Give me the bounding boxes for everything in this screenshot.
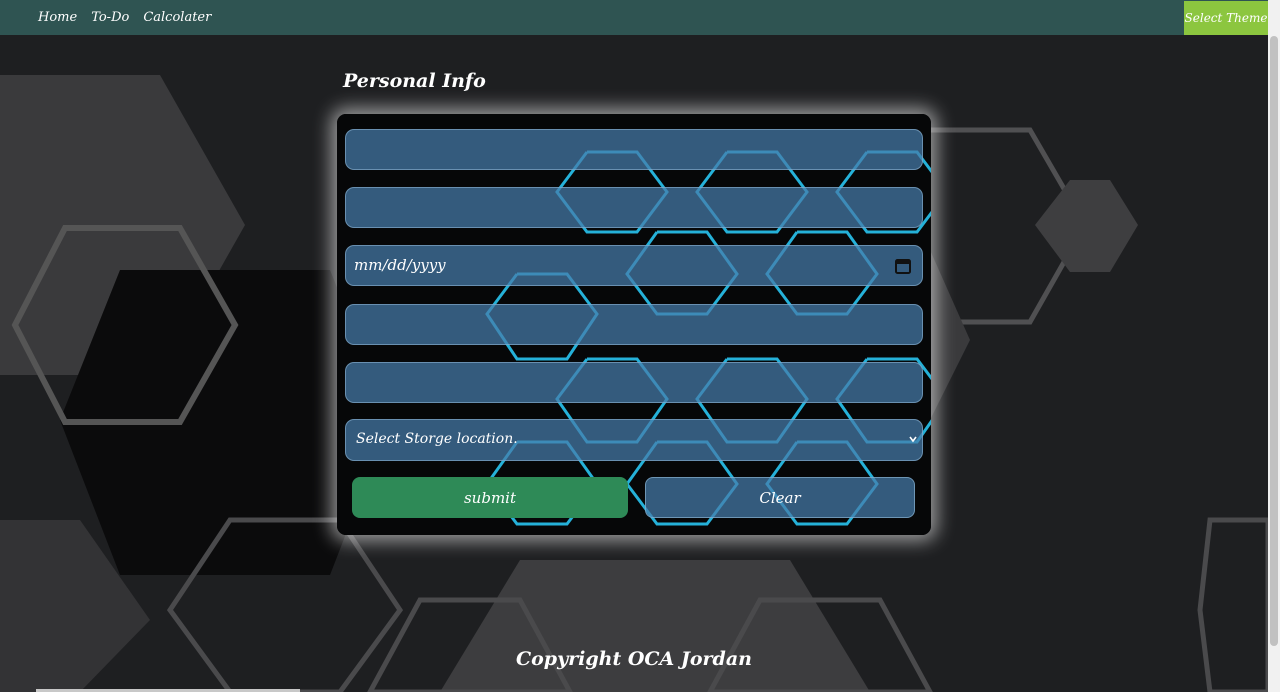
select-theme-button[interactable]: Select Theme [1184,1,1268,35]
footer-copyright: Copyright OCA Jordan [516,648,752,670]
date-field[interactable]: mm/dd/yyyy [345,245,923,286]
page-title: Personal Info [343,70,486,92]
nav-link-calculator[interactable]: Calcolater [143,10,211,25]
nav-link-todo[interactable]: To-Do [91,10,129,25]
personal-info-form: mm/dd/yyyy Select Storge location. submi… [337,114,931,535]
submit-button[interactable]: submit [352,477,628,518]
text-field-2[interactable] [345,187,923,228]
date-placeholder: mm/dd/yyyy [354,256,446,274]
top-navbar: Home To-Do Calcolater Select Theme [0,0,1268,35]
clear-button[interactable]: Clear [645,477,915,518]
scrollbar-thumb[interactable] [1270,36,1278,646]
nav-link-home[interactable]: Home [38,10,77,25]
text-field-3[interactable] [345,304,923,345]
text-field-4[interactable] [345,362,923,403]
text-field-1[interactable] [345,129,923,170]
chevron-down-icon [909,436,917,443]
select-value: Select Storge location. [356,431,518,447]
calendar-icon[interactable] [894,257,912,275]
vertical-scrollbar[interactable] [1268,0,1280,692]
storage-location-select[interactable]: Select Storge location. [345,419,923,461]
